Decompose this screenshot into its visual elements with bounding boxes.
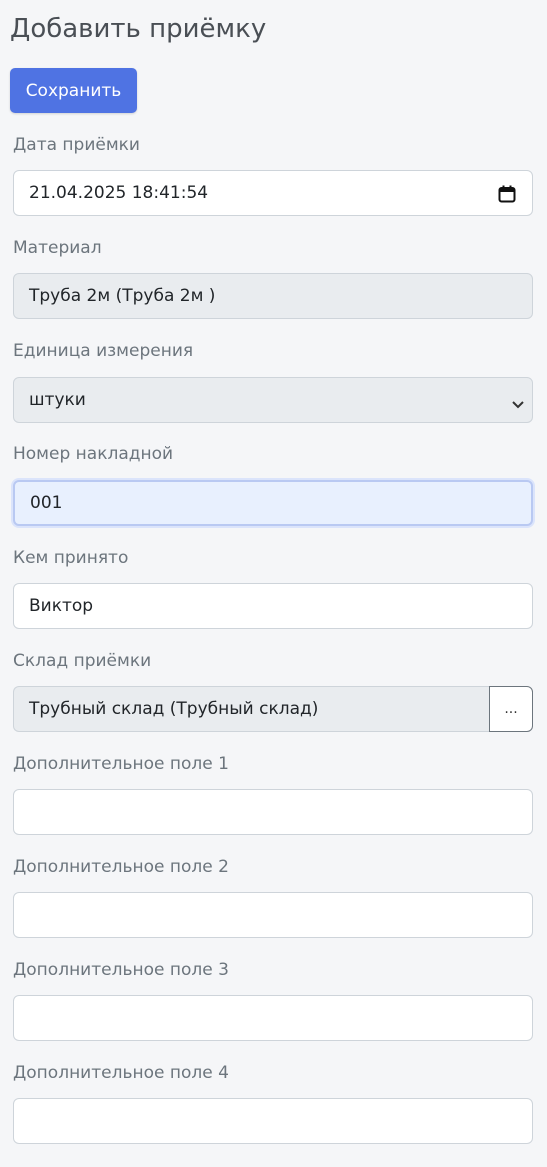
unit-label: Единица измерения [13,341,194,361]
material-value: Труба 2м (Труба 2м ) [29,286,216,306]
date-field[interactable]: 21.04.2025 18:41:54 [13,170,533,216]
invoice-value: 001 [30,493,63,513]
invoice-input[interactable]: 001 [13,480,533,526]
extra-field-4-input[interactable] [13,1098,533,1144]
warehouse-select-button[interactable]: ... [489,686,533,732]
extra-field-1-label: Дополнительное поле 1 [13,754,229,774]
accepted-by-label: Кем принято [13,548,129,568]
save-button[interactable]: Сохранить [10,68,137,113]
extra-field-2-input[interactable] [13,892,533,938]
extra-field-1-input[interactable] [13,789,533,835]
page-title: Добавить приёмку [10,14,267,44]
material-field: Труба 2м (Труба 2м ) [13,273,533,319]
chevron-down-icon [511,395,525,415]
calendar-icon[interactable] [498,185,516,208]
invoice-label: Номер накладной [13,444,174,464]
extra-field-4-label: Дополнительное поле 4 [13,1063,229,1083]
extra-field-2-label: Дополнительное поле 2 [13,857,229,877]
date-value: 21.04.2025 18:41:54 [29,183,209,203]
warehouse-value: Трубный склад (Трубный склад) [29,699,319,719]
accepted-by-value: Виктор [29,596,94,616]
date-label: Дата приёмки [13,135,140,155]
extra-field-3-input[interactable] [13,995,533,1041]
material-label: Материал [13,238,102,258]
extra-field-3-label: Дополнительное поле 3 [13,960,229,980]
accepted-by-input[interactable]: Виктор [13,583,533,629]
warehouse-field: Трубный склад (Трубный склад) [13,686,490,732]
unit-value: штуки [29,390,86,410]
warehouse-label: Склад приёмки [13,651,152,671]
unit-select[interactable]: штуки [13,377,533,423]
